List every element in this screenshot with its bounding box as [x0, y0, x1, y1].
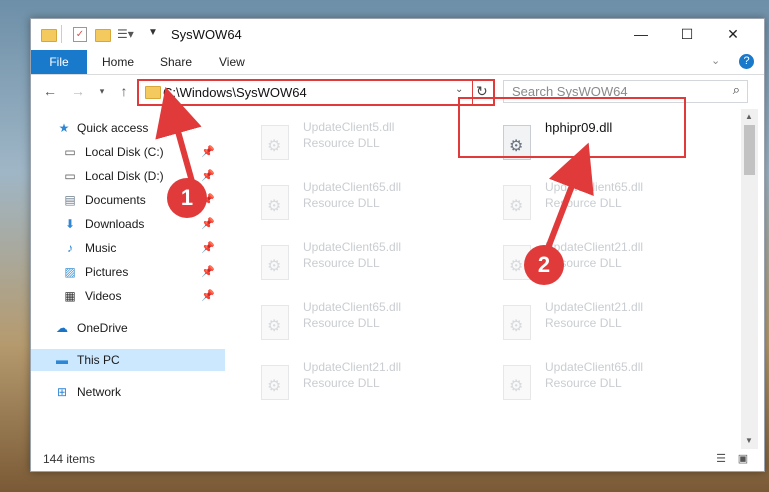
- annotation-arrows: [155, 86, 594, 250]
- arrow-1: [155, 86, 202, 186]
- step-marker-1: 1: [167, 178, 207, 218]
- step-marker-2: 2: [524, 245, 564, 285]
- arrow-2: [545, 142, 594, 250]
